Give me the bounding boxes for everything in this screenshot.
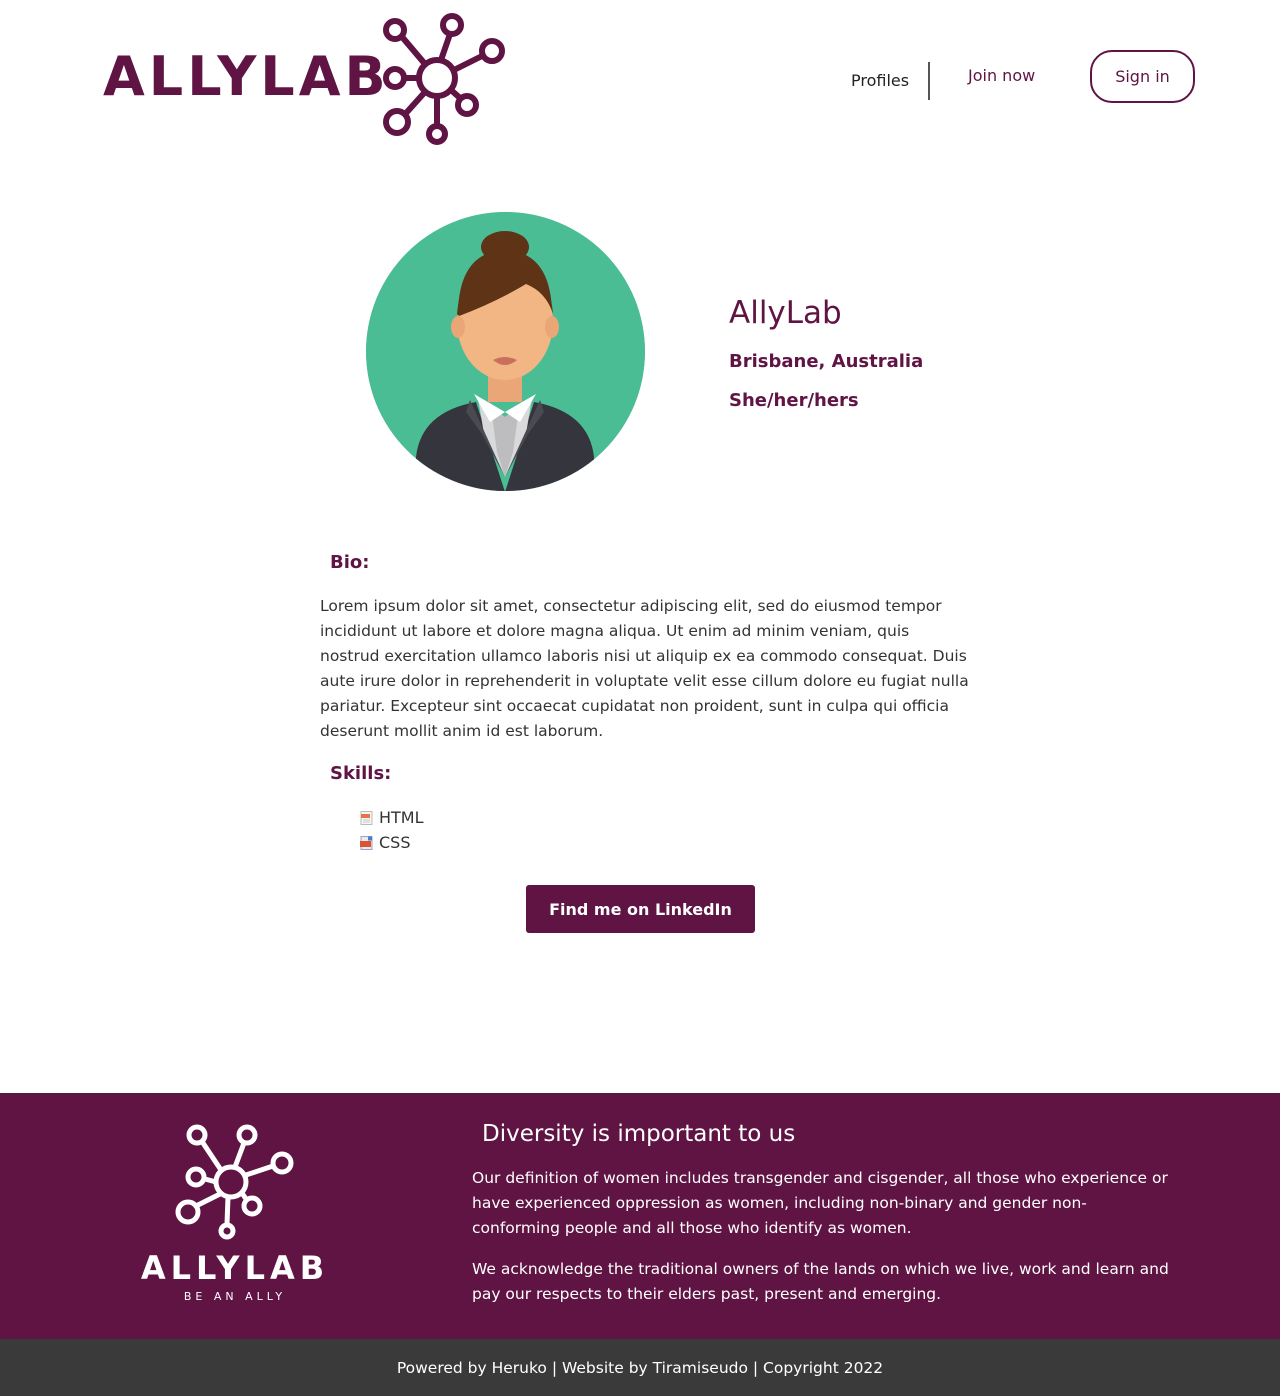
logo-wordmark: ALLYLAB: [103, 45, 390, 108]
footer-tagline: BE AN ALLY: [183, 1290, 287, 1303]
linkedin-button[interactable]: Find me on LinkedIn: [526, 885, 755, 933]
nav-join-now-link[interactable]: Join now: [968, 66, 1035, 85]
html-file-icon: [360, 810, 373, 825]
site-footer: ALLYLAB BE AN ALLY Diversity is importan…: [0, 1093, 1280, 1339]
profile-name: AllyLab: [729, 295, 842, 331]
skill-item-css: CSS: [360, 830, 424, 855]
footer-logo-wordmark: ALLYLAB: [140, 1249, 330, 1287]
skills-list: HTML CSS: [360, 805, 424, 855]
profile-pronouns: She/her/hers: [729, 390, 859, 411]
css-file-icon: [360, 835, 373, 850]
skill-label: HTML: [379, 808, 424, 827]
footer-acknowledgement-text: We acknowledge the traditional owners of…: [472, 1260, 1169, 1303]
sign-in-button[interactable]: Sign in: [1090, 50, 1195, 103]
profile-avatar: [366, 212, 645, 491]
copyright-bar: Powered by Heruko | Website by Tiramiseu…: [0, 1339, 1280, 1396]
network-molecule-icon: [175, 1124, 294, 1240]
allylab-logo[interactable]: ALLYLAB: [100, 12, 510, 150]
bio-text: Lorem ipsum dolor sit amet, consectetur …: [320, 597, 969, 740]
copyright-text: Powered by Heruko | Website by Tiramiseu…: [396, 1358, 884, 1377]
bio-heading: Bio:: [330, 552, 370, 573]
footer-definition-text: Our definition of women includes transge…: [472, 1169, 1168, 1237]
site-header: ALLYLAB Profiles Join now Sign in: [0, 0, 1280, 160]
nav-profiles-link[interactable]: Profiles: [851, 71, 909, 90]
skills-heading: Skills:: [330, 763, 392, 784]
network-molecule-icon: [383, 13, 505, 145]
skill-item-html: HTML: [360, 805, 424, 830]
nav-divider: [928, 62, 930, 100]
skill-label: CSS: [379, 833, 411, 852]
footer-logo: ALLYLAB BE AN ALLY: [140, 1121, 330, 1306]
woman-avatar-icon: [366, 212, 645, 491]
footer-heading: Diversity is important to us: [482, 1121, 796, 1147]
profile-location: Brisbane, Australia: [729, 351, 924, 372]
